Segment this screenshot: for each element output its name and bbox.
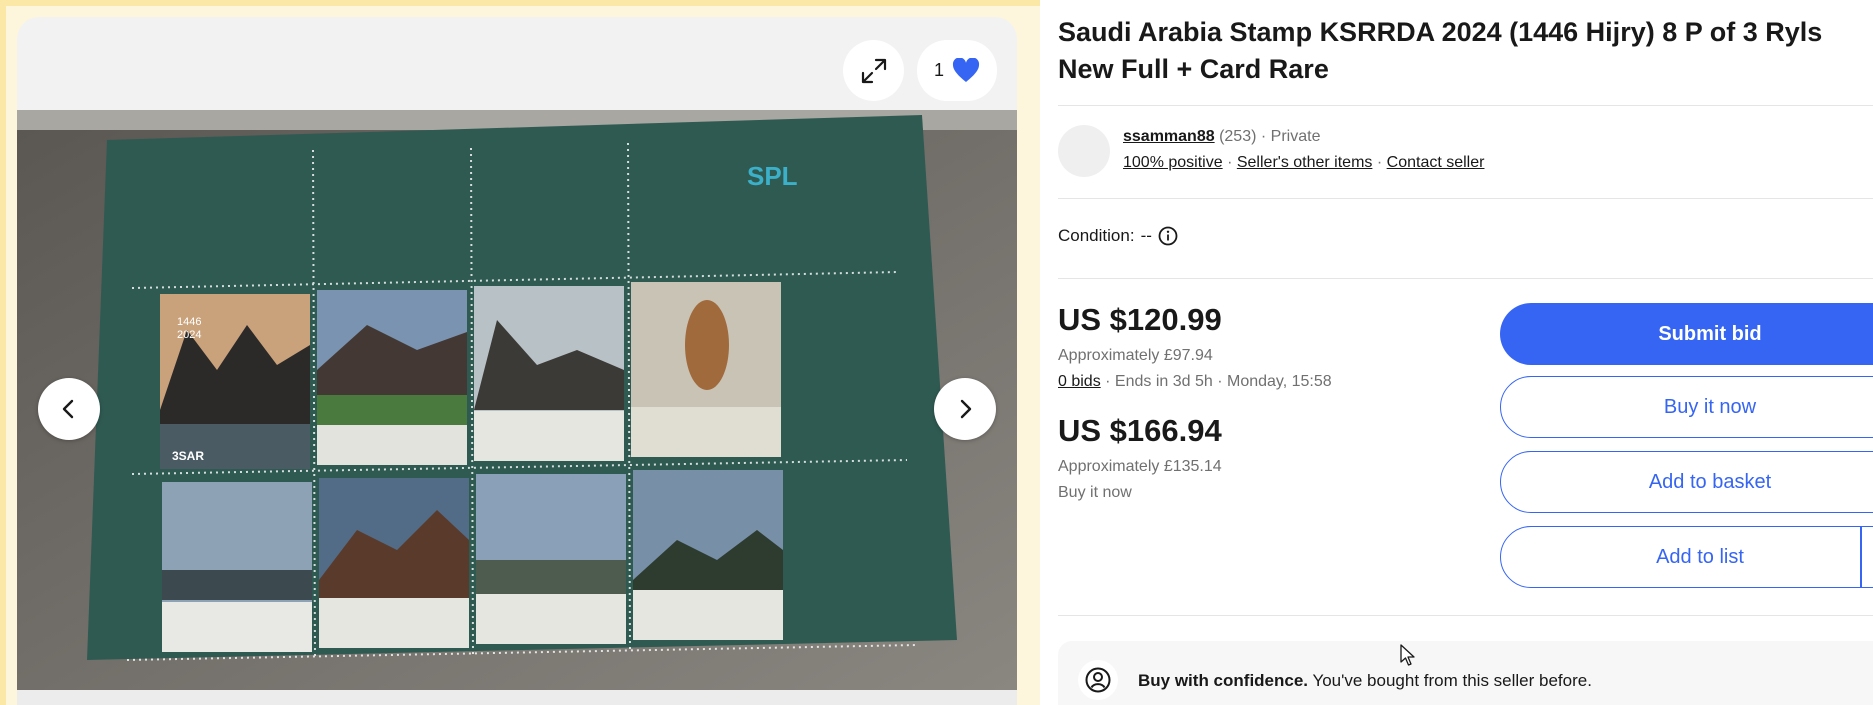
seller-avatar[interactable] xyxy=(1058,125,1110,177)
seller-links: 100% positive · Seller's other items · C… xyxy=(1123,154,1484,172)
seller-info: ssamman88 (253) · Private xyxy=(1123,128,1320,146)
heart-icon xyxy=(952,57,980,82)
condition-row: Condition: -- xyxy=(1058,226,1178,246)
divider xyxy=(1058,105,1873,106)
previous-image-button[interactable] xyxy=(38,378,100,440)
seller-type: Private xyxy=(1270,128,1321,145)
info-icon[interactable] xyxy=(1158,226,1178,246)
divider xyxy=(1058,198,1873,199)
listing-details: Saudi Arabia Stamp KSRRDA 2024 (1446 Hij… xyxy=(1040,0,1873,705)
mouse-cursor-icon xyxy=(1400,644,1415,666)
stamp-value: 3SAR xyxy=(172,449,204,463)
divider xyxy=(1058,278,1873,279)
seller-other-items-link[interactable]: Seller's other items xyxy=(1237,154,1373,171)
chevron-right-icon xyxy=(960,399,972,419)
auction-approx-price: Approximately £97.94 xyxy=(1058,347,1213,364)
watch-count: 1 xyxy=(933,60,944,80)
auction-price: US $120.99 xyxy=(1058,302,1222,337)
submit-bid-button[interactable]: Submit bid xyxy=(1500,303,1873,365)
next-image-button[interactable] xyxy=(934,378,996,440)
positive-feedback-link[interactable]: 100% positive xyxy=(1123,154,1223,171)
watch-button[interactable]: 1 xyxy=(917,40,997,101)
seller-profile-icon xyxy=(1085,667,1111,693)
add-to-list-button[interactable]: Add to list xyxy=(1500,526,1873,588)
buy-it-now-button[interactable]: Buy it now xyxy=(1500,376,1873,438)
buy-now-approx-price: Approximately £135.14 xyxy=(1058,458,1222,475)
contact-seller-link[interactable]: Contact seller xyxy=(1387,154,1485,171)
expand-icon xyxy=(861,58,886,83)
gallery-footer xyxy=(17,690,1017,705)
bids-link[interactable]: 0 bids xyxy=(1058,373,1101,390)
page-left-border xyxy=(0,0,6,705)
stamp-year: 2024 xyxy=(177,329,201,341)
condition-value: -- xyxy=(1140,226,1152,245)
expand-button[interactable] xyxy=(843,40,904,101)
divider xyxy=(1058,615,1873,616)
product-photo[interactable]: SPL 1446 2024 3SAR xyxy=(17,110,1017,690)
stamp-year-hijri: 1446 xyxy=(177,316,201,328)
buy-with-confidence-banner: Buy with confidence. You've bought from … xyxy=(1058,641,1873,705)
listing-title: Saudi Arabia Stamp KSRRDA 2024 (1446 Hij… xyxy=(1058,17,1823,84)
separator: · xyxy=(1260,128,1267,145)
condition-label: Condition: xyxy=(1058,226,1135,245)
confidence-heading: Buy with confidence. xyxy=(1138,671,1309,690)
add-to-basket-button[interactable]: Add to basket xyxy=(1500,451,1873,513)
buy-now-price: US $166.94 xyxy=(1058,413,1222,448)
auction-end-time: · Ends in 3d 5h · Monday, 15:58 xyxy=(1105,373,1332,390)
image-gallery: 1 SPL 1446 2024 3SAR xyxy=(17,17,1017,705)
bid-info: 0 bids · Ends in 3d 5h · Monday, 15:58 xyxy=(1058,373,1332,391)
chevron-left-icon xyxy=(62,399,74,419)
confidence-message: Buy with confidence. You've bought from … xyxy=(1138,671,1592,691)
confidence-detail: You've bought from this seller before. xyxy=(1308,671,1592,690)
seller-feedback-count: (253) xyxy=(1219,128,1257,145)
separator: · xyxy=(1227,154,1233,171)
seller-name-link[interactable]: ssamman88 xyxy=(1123,128,1215,145)
separator: · xyxy=(1376,154,1383,171)
buy-now-label: Buy it now xyxy=(1058,484,1132,501)
add-to-list-split-divider xyxy=(1860,526,1862,588)
confidence-icon-wrap xyxy=(1078,660,1118,700)
brand-logo: SPL xyxy=(747,161,798,191)
